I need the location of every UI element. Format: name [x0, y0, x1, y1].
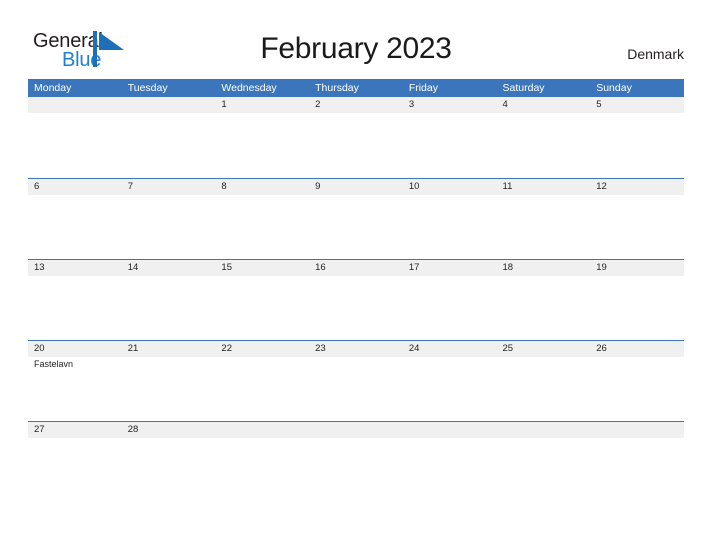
calendar-day-cell[interactable]: 18 — [497, 259, 591, 340]
calendar-week-row: 27 28 — [28, 421, 684, 502]
calendar-week-row: 13 14 15 16 17 18 19 — [28, 259, 684, 340]
calendar-day-cell[interactable]: 1 — [215, 97, 309, 178]
day-number: 5 — [596, 99, 602, 110]
week-day-cells: 27 28 — [28, 421, 684, 502]
weekday-header-sunday: Sunday — [596, 82, 632, 94]
day-number: 21 — [127, 343, 139, 354]
calendar-day-cell[interactable]: 16 — [309, 259, 403, 340]
calendar-day-cell[interactable]: 17 — [403, 259, 497, 340]
day-number: 11 — [502, 181, 513, 192]
day-events: Fastelavn — [34, 357, 122, 370]
calendar-day-cell[interactable]: 4 — [497, 97, 591, 178]
weekday-header-thursday: Thursday — [315, 82, 359, 94]
calendar-empty-cell — [590, 421, 684, 502]
calendar-empty-cell — [28, 97, 122, 178]
calendar-empty-cell — [215, 421, 309, 502]
calendar-page: General Blue February 2023 Denmark Monda… — [0, 0, 712, 550]
day-number: 19 — [596, 262, 607, 273]
calendar-day-cell[interactable]: 26 — [590, 340, 684, 421]
day-number: 28 — [127, 424, 139, 435]
calendar-week-row: 1 2 3 4 5 — [28, 97, 684, 178]
day-number: 9 — [315, 181, 321, 192]
day-number: 16 — [315, 262, 326, 273]
weekday-header-friday: Friday — [408, 82, 438, 94]
week-day-cells: 13 14 15 16 17 18 19 — [28, 259, 684, 340]
calendar-day-cell[interactable]: 12 — [590, 178, 684, 259]
weekday-header-saturday: Saturday — [502, 82, 545, 94]
page-header: General Blue February 2023 Denmark — [0, 0, 712, 79]
calendar-week-row: 20 Fastelavn 21 22 23 24 25 26 — [28, 340, 684, 421]
calendar-day-cell[interactable]: 8 — [215, 178, 309, 259]
calendar-empty-cell — [122, 97, 216, 178]
day-number — [596, 422, 684, 438]
calendar-empty-cell — [309, 421, 403, 502]
calendar-empty-cell — [403, 421, 497, 502]
calendar-day-cell[interactable]: 11 — [497, 178, 591, 259]
calendar-day-cell[interactable]: 22 — [215, 340, 309, 421]
day-number: 26 — [596, 343, 607, 354]
day-number: 7 — [127, 181, 133, 192]
calendar-day-cell[interactable]: 21 — [122, 340, 216, 421]
day-number: 13 — [34, 262, 45, 273]
day-number: 6 — [34, 181, 40, 192]
day-number: 17 — [408, 262, 420, 273]
day-number — [34, 97, 122, 113]
weekday-header-wednesday: Wednesday — [221, 82, 277, 94]
day-number: 22 — [221, 343, 232, 354]
day-number: 1 — [221, 99, 227, 110]
country-label: Denmark — [627, 46, 684, 62]
calendar-day-cell[interactable]: 7 — [122, 178, 216, 259]
calendar-day-cell[interactable]: 28 — [122, 421, 216, 502]
week-day-cells: 1 2 3 4 5 — [28, 97, 684, 178]
page-title: February 2023 — [260, 32, 452, 65]
day-number: 24 — [408, 343, 420, 354]
day-number: 15 — [221, 262, 232, 273]
day-number — [315, 422, 403, 438]
day-number: 27 — [34, 424, 45, 435]
day-number: 12 — [596, 181, 607, 192]
calendar-day-cell[interactable]: 10 — [403, 178, 497, 259]
day-number: 2 — [315, 99, 321, 110]
calendar-day-cell[interactable]: 2 — [309, 97, 403, 178]
week-day-cells: 6 7 8 9 10 11 12 — [28, 178, 684, 259]
day-number: 23 — [315, 343, 326, 354]
calendar-day-cell[interactable]: 24 — [403, 340, 497, 421]
calendar-day-cell[interactable]: 27 — [28, 421, 122, 502]
day-number: 4 — [502, 99, 508, 110]
day-number: 8 — [221, 181, 227, 192]
calendar-day-cell[interactable]: 5 — [590, 97, 684, 178]
day-number — [221, 422, 309, 438]
day-number: 3 — [408, 99, 415, 110]
day-number — [409, 422, 497, 438]
day-number: 20 — [34, 343, 45, 354]
day-number: 18 — [502, 262, 514, 273]
calendar-day-cell[interactable]: 3 — [403, 97, 497, 178]
holiday-label: Fastelavn — [34, 359, 74, 369]
calendar-day-cell[interactable]: 23 — [309, 340, 403, 421]
weekday-header-row: Monday Tuesday Wednesday Thursday Friday Satu… — [28, 79, 684, 97]
calendar-day-cell[interactable]: 20 Fastelavn — [28, 340, 122, 421]
week-day-cells: 20 Fastelavn 21 22 23 24 25 26 — [28, 340, 684, 421]
weekday-header-monday: Monday — [34, 82, 72, 94]
calendar-day-cell[interactable]: 25 — [497, 340, 591, 421]
calendar-week-row: 6 7 8 9 10 11 12 — [28, 178, 684, 259]
day-number: 14 — [127, 262, 139, 273]
day-number — [128, 97, 216, 113]
calendar-day-cell[interactable]: 9 — [309, 178, 403, 259]
calendar-day-cell[interactable]: 15 — [215, 259, 309, 340]
calendar-day-cell[interactable]: 19 — [590, 259, 684, 340]
calendar-weeks: 1 2 3 4 5 6 7 8 9 10 11 12 13 14 15 16 17 18 19 20 Fastelavn… — [28, 97, 684, 502]
calendar-day-cell[interactable]: 14 — [122, 259, 216, 340]
calendar-day-cell[interactable]: 13 — [28, 259, 122, 340]
calendar-day-cell[interactable]: 6 — [28, 178, 122, 259]
calendar-empty-cell — [497, 421, 591, 502]
day-number — [503, 422, 591, 438]
day-number: 25 — [502, 343, 514, 354]
calendar-grid: Monday Tuesday Wednesday Thursday Friday Satu… — [28, 79, 684, 502]
weekday-header-tuesday: Tuesday — [127, 82, 168, 94]
day-number: 10 — [408, 181, 420, 192]
